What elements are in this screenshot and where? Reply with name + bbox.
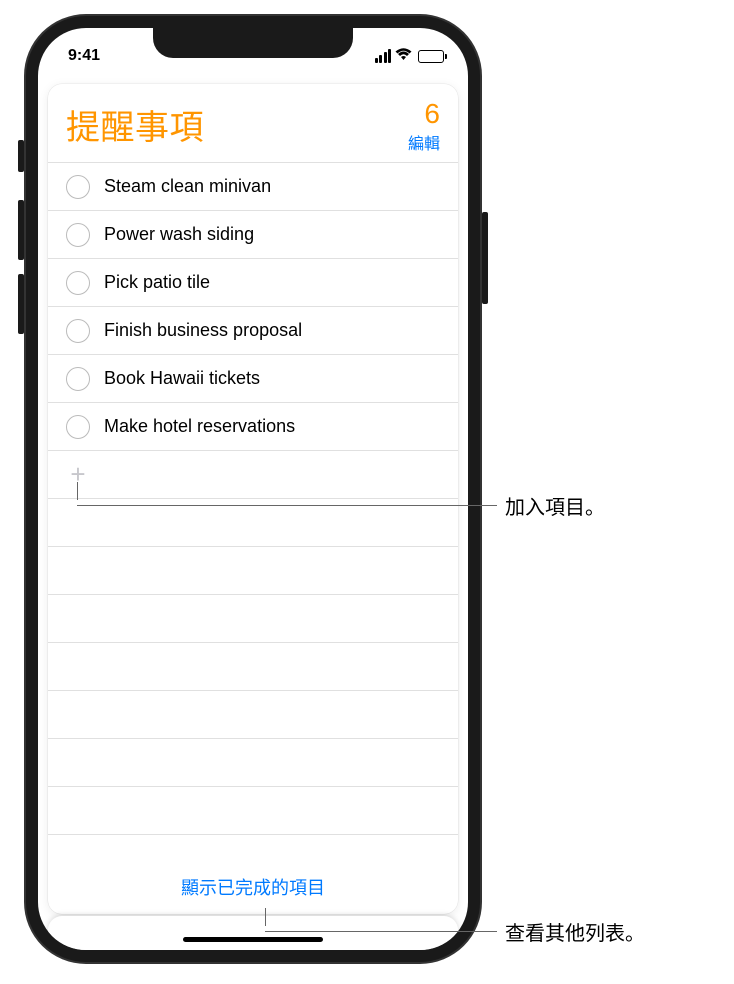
reminder-row[interactable]: Make hotel reservations — [48, 403, 458, 451]
completion-circle-icon[interactable] — [66, 223, 90, 247]
completion-circle-icon[interactable] — [66, 367, 90, 391]
reminder-text: Book Hawaii tickets — [104, 368, 260, 389]
completion-circle-icon[interactable] — [66, 175, 90, 199]
reminder-row[interactable]: Book Hawaii tickets — [48, 355, 458, 403]
empty-row — [48, 739, 458, 787]
callout-add-item: 加入項目。 — [77, 491, 605, 520]
reminder-text: Finish business proposal — [104, 320, 302, 341]
completion-circle-icon[interactable] — [66, 415, 90, 439]
wifi-icon — [395, 48, 412, 65]
callout-text: 查看其他列表。 — [505, 917, 645, 946]
reminder-text: Steam clean minivan — [104, 176, 271, 197]
status-time: 9:41 — [62, 47, 100, 65]
list-title: 提醒事項 — [66, 100, 204, 149]
reminder-row[interactable]: Power wash siding — [48, 211, 458, 259]
reminder-count: 6 — [408, 100, 440, 128]
show-completed-button[interactable]: 顯示已完成的項目 — [48, 874, 458, 900]
callout-view-lists: 查看其他列表。 — [265, 917, 645, 946]
phone-frame: 9:41 提醒事項 6 編輯 Steam clean minivan — [26, 16, 480, 962]
edit-button[interactable]: 編輯 — [408, 130, 440, 154]
reminder-row[interactable]: Steam clean minivan — [48, 163, 458, 211]
reminder-row[interactable]: Pick patio tile — [48, 259, 458, 307]
empty-row — [48, 595, 458, 643]
callout-text: 加入項目。 — [505, 491, 605, 520]
empty-row — [48, 547, 458, 595]
card-header: 提醒事項 6 編輯 — [48, 84, 458, 162]
empty-row — [48, 643, 458, 691]
reminder-text: Make hotel reservations — [104, 416, 295, 437]
completion-circle-icon[interactable] — [66, 271, 90, 295]
cellular-signal-icon — [375, 49, 392, 63]
empty-row — [48, 691, 458, 739]
completion-circle-icon[interactable] — [66, 319, 90, 343]
reminder-text: Pick patio tile — [104, 272, 210, 293]
empty-row — [48, 787, 458, 835]
battery-icon — [418, 50, 444, 63]
reminder-row[interactable]: Finish business proposal — [48, 307, 458, 355]
reminder-text: Power wash siding — [104, 224, 254, 245]
phone-notch — [153, 28, 353, 58]
plus-icon: + — [66, 463, 90, 487]
